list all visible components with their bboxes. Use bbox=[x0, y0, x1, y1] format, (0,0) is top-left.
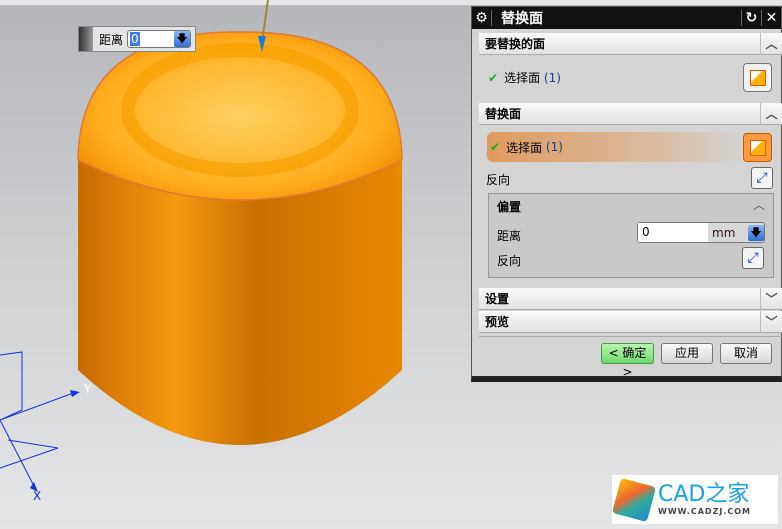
select-face-button[interactable] bbox=[743, 63, 772, 92]
section-replacement-face[interactable]: 替换面 ︿ bbox=[479, 103, 782, 125]
section-settings[interactable]: 设置 ﹀ bbox=[479, 288, 782, 310]
dialog-title: 替换面 bbox=[501, 11, 543, 27]
chevron-down-icon[interactable]: ﹀ bbox=[760, 311, 782, 333]
selection-count: (1) bbox=[545, 140, 563, 154]
section-label: 预览 bbox=[485, 315, 510, 329]
gear-icon[interactable]: ⚙ bbox=[472, 10, 492, 26]
face-cube-icon bbox=[749, 69, 766, 86]
dialog-titlebar: ⚙ 替换面 ↻ ✕ bbox=[472, 7, 781, 29]
section-label: 要替换的面 bbox=[485, 37, 546, 51]
offset-reverse-button[interactable]: ⤢ bbox=[742, 247, 764, 269]
distance-label: 距离 bbox=[99, 32, 124, 47]
face-cube-icon bbox=[749, 139, 766, 156]
offset-group: 偏置 ︿ 距离 0 mm 🡇 反向 ⤢ bbox=[488, 193, 774, 278]
close-icon[interactable]: ✕ bbox=[761, 10, 781, 26]
section-preview[interactable]: 预览 ﹀ bbox=[479, 311, 782, 333]
unit-label: mm bbox=[712, 225, 736, 240]
select-face-row[interactable]: ✔ 选择面 (1) bbox=[488, 69, 561, 86]
dropdown-arrow-icon[interactable]: 🡇 bbox=[174, 31, 191, 47]
offset-label: 偏置 bbox=[497, 200, 522, 214]
offset-distance-value[interactable]: 0 bbox=[638, 223, 708, 242]
offset-reverse-label: 反向 bbox=[497, 254, 522, 268]
select-face-label: 选择面 bbox=[506, 140, 543, 155]
divider bbox=[479, 336, 782, 337]
chevron-down-icon[interactable]: ﹀ bbox=[760, 288, 782, 310]
distance-field[interactable]: 0 🡇 bbox=[127, 30, 192, 48]
brand-url: WWW.CADZJ.COM bbox=[658, 507, 752, 516]
selection-count: (1) bbox=[543, 70, 561, 85]
section-face-to-replace[interactable]: 要替换的面 ︿ bbox=[479, 33, 782, 55]
brand-name: CAD之家 bbox=[658, 482, 750, 507]
select-face-label: 选择面 bbox=[504, 71, 541, 85]
unit-dropdown-arrow-icon[interactable]: 🡇 bbox=[748, 224, 764, 241]
axis-x-label: X bbox=[33, 489, 41, 503]
select-replacement-face-button[interactable] bbox=[743, 133, 772, 162]
reverse-direction-button[interactable]: ⤢ bbox=[751, 167, 773, 189]
offset-distance-label: 距离 bbox=[497, 229, 522, 243]
distance-value[interactable]: 0 bbox=[130, 32, 140, 46]
section-label: 替换面 bbox=[485, 107, 522, 121]
ok-button[interactable]: < 确定 > bbox=[601, 343, 654, 379]
cancel-button[interactable]: 取消 bbox=[720, 343, 772, 364]
chevron-up-icon[interactable]: ︿ bbox=[753, 196, 765, 213]
check-icon: ✔ bbox=[488, 70, 499, 85]
watermark-logo: CAD之家 WWW.CADZJ.COM bbox=[611, 475, 778, 524]
csys-triad bbox=[0, 351, 77, 491]
reset-icon[interactable]: ↻ bbox=[741, 10, 761, 26]
offset-distance-field[interactable]: 0 mm 🡇 bbox=[637, 222, 765, 243]
axis-y-label: Y bbox=[83, 382, 92, 396]
replace-face-dialog: ⚙ 替换面 ↻ ✕ 要替换的面 ︿ ✔ 选择面 (1) 替换面 ︿ ✔ 选择面 … bbox=[471, 6, 782, 382]
check-icon: ✔ bbox=[490, 140, 501, 154]
drag-handle[interactable] bbox=[79, 27, 93, 51]
apply-button[interactable]: 应用 bbox=[661, 343, 713, 364]
reverse-label: 反向 bbox=[486, 173, 511, 187]
distance-onscreen-input: 距离 0 🡇 bbox=[78, 26, 196, 52]
cube-logo-icon bbox=[611, 477, 657, 522]
section-label: 设置 bbox=[485, 292, 510, 306]
select-replacement-face-row[interactable]: ✔ 选择面 (1) bbox=[487, 132, 743, 162]
chevron-up-icon[interactable]: ︿ bbox=[760, 33, 782, 55]
chevron-up-icon[interactable]: ︿ bbox=[760, 103, 782, 125]
